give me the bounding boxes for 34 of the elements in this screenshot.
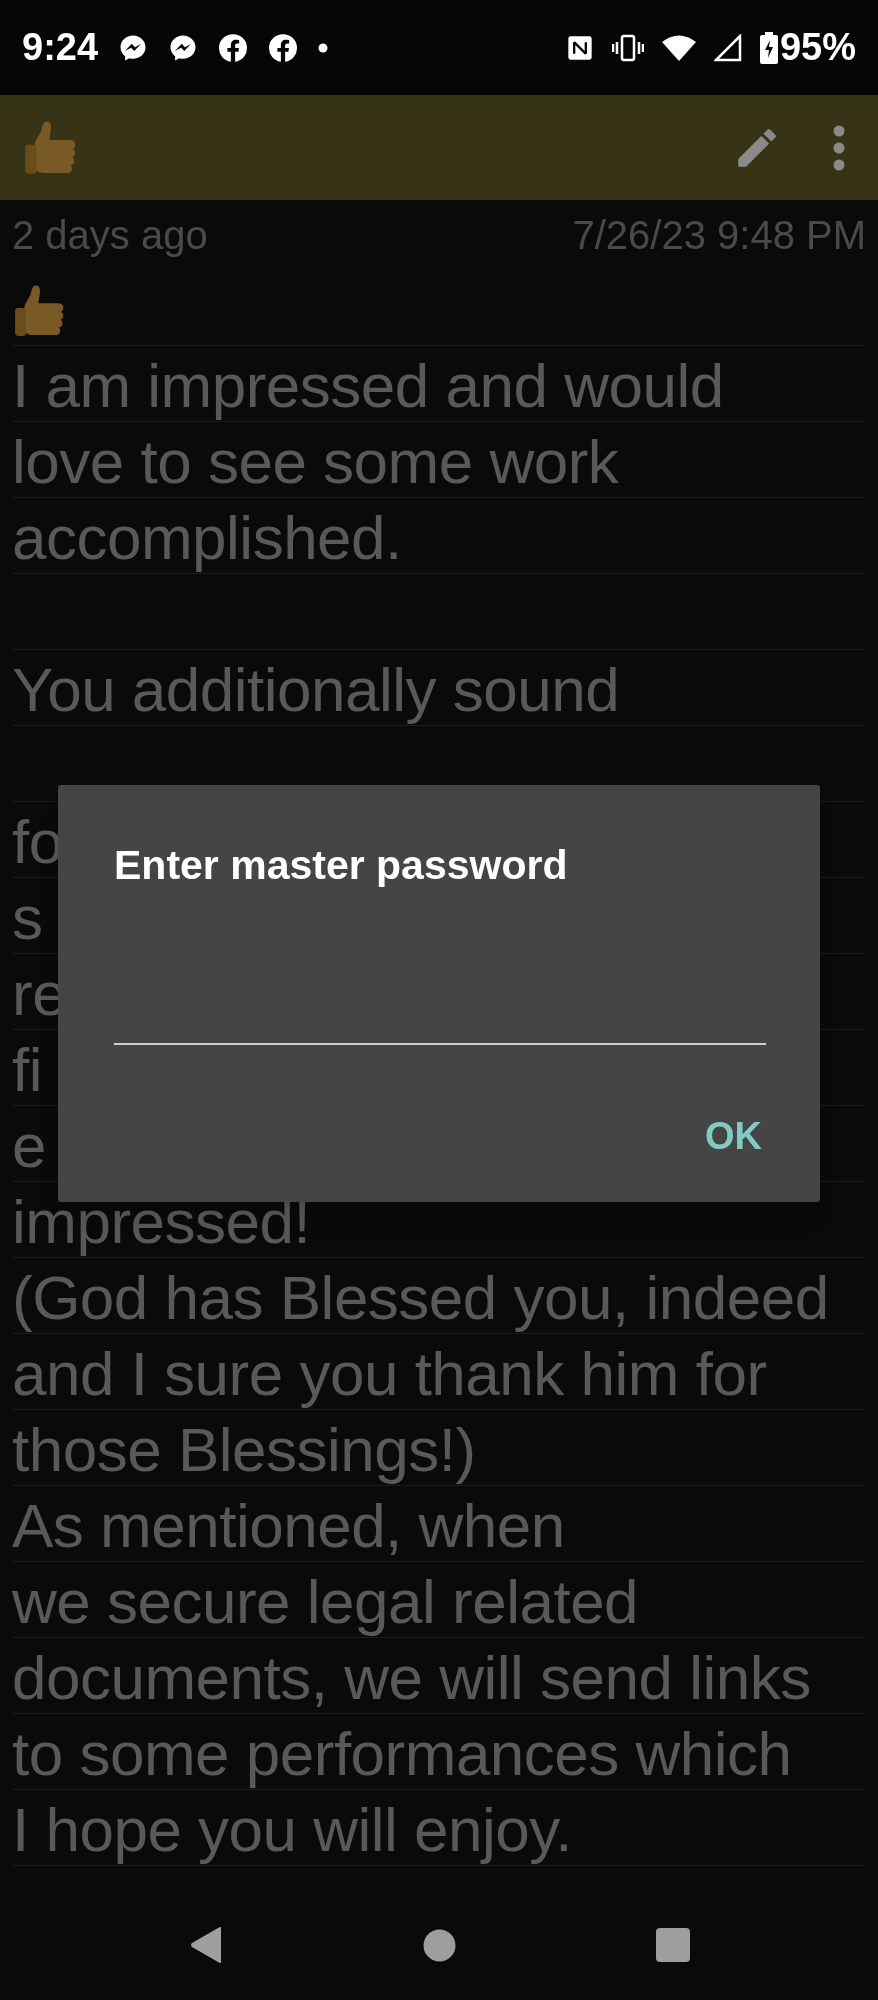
vibrate-icon [611, 33, 644, 62]
facebook-icon [218, 32, 249, 63]
nfc-icon [565, 33, 594, 62]
back-icon[interactable] [188, 1926, 223, 1964]
note-line: As mentioned, when [12, 1491, 565, 1561]
battery-icon [759, 31, 778, 64]
battery-percent: 95% [779, 25, 856, 70]
clock-time: 9:24 [22, 25, 99, 70]
note-line: fi [12, 1035, 42, 1105]
dialog-title: Enter master password [114, 841, 568, 890]
dot-icon [318, 42, 329, 53]
ok-button[interactable]: OK [697, 1100, 770, 1173]
recents-icon[interactable] [655, 1928, 690, 1962]
wifi-icon [661, 34, 696, 61]
note-line: e [12, 1111, 46, 1181]
home-icon[interactable] [422, 1928, 456, 1962]
note-line: documents, we will send links [12, 1643, 811, 1713]
more-options-icon[interactable] [832, 123, 846, 172]
note-line: and I sure you thank him for [12, 1339, 767, 1409]
note-line: I am impressed and would [12, 351, 724, 421]
note-line: love to see some work [12, 427, 619, 497]
note-line: impressed! [12, 1187, 311, 1257]
note-line: we secure legal related [12, 1567, 639, 1637]
note-line: those Blessings!) [12, 1415, 476, 1485]
note-line: accomplished. [12, 503, 402, 573]
note-line: (God has Blessed you, indeed [12, 1263, 829, 1333]
note-line: s [12, 883, 43, 953]
note-line: I hope you will enjoy. [12, 1795, 572, 1865]
signal-icon [713, 33, 742, 62]
note-line: You additionally sound [12, 655, 620, 725]
note-line: to some performances which [12, 1719, 792, 1789]
facebook-icon [268, 32, 299, 63]
relative-date: 2 days ago [12, 212, 208, 259]
timestamp: 7/26/23 9:48 PM [572, 212, 866, 259]
